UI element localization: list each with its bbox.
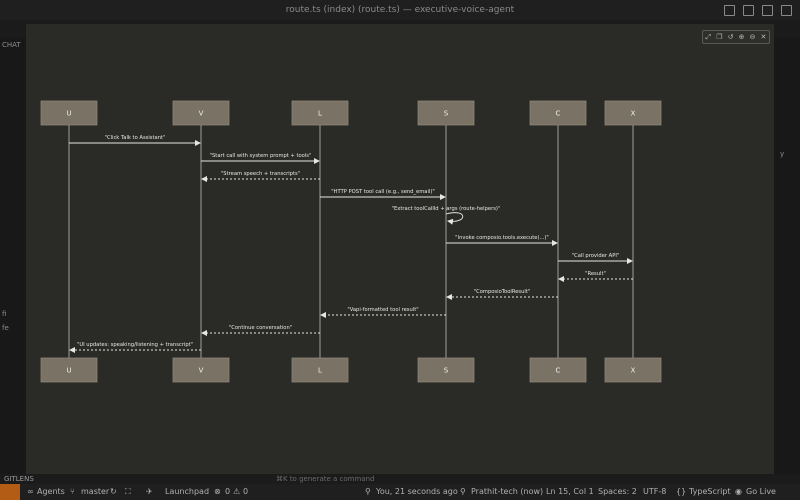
message-label: "Extract toolCallId + args (route-helper…: [392, 206, 501, 212]
status-bar: ∞ Agents ⑂ master ↻ ⛶ ✈ Launchpad ⊗ 0 ⚠ …: [0, 484, 800, 500]
undo-icon[interactable]: ↺: [728, 33, 734, 41]
message-label: "Continue conversation": [229, 325, 292, 331]
message-label: "HTTP POST tool call (e.g., send_email)": [331, 189, 435, 195]
participant-label-X: X: [631, 110, 636, 118]
blame-icon: ⚲: [365, 487, 371, 496]
agents-status[interactable]: Agents: [37, 484, 65, 500]
cursor-position[interactable]: Ln 15, Col 1: [546, 484, 594, 500]
zoom-out-icon[interactable]: ⊖: [750, 33, 756, 41]
error-count[interactable]: 0: [225, 484, 230, 500]
warning-count[interactable]: 0: [243, 484, 248, 500]
message-label: "Start call with system prompt + tools": [210, 153, 312, 159]
error-icon: ⊗: [214, 487, 221, 496]
participant-label-U: U: [66, 110, 71, 118]
participant-label-L: L: [318, 367, 322, 375]
go-live-icon: ◉: [735, 487, 742, 496]
participant-label-L: L: [318, 110, 322, 118]
remote-indicator-icon[interactable]: [0, 484, 20, 500]
indentation[interactable]: Spaces: 2: [598, 484, 637, 500]
participant-label-X: X: [631, 367, 636, 375]
launchpad-label[interactable]: Launchpad: [165, 484, 209, 500]
author-icon: ⚲: [460, 487, 466, 496]
launchpad-icon: ✈: [146, 487, 153, 496]
participant-label-V: V: [199, 367, 204, 375]
message-label: "Result": [585, 271, 606, 277]
agents-icon: ∞: [27, 487, 34, 496]
participant-label-C: C: [556, 367, 561, 375]
sequence-diagram: U U V V L L S S C C X X "Click Talk to Assistant" "S…: [40, 100, 662, 383]
command-hint: ⌘K to generate a command: [276, 475, 375, 483]
go-live-button[interactable]: Go Live: [746, 484, 776, 500]
participant-label-S: S: [444, 110, 449, 118]
copy-icon[interactable]: ❐: [716, 33, 722, 41]
commit-author[interactable]: Prathit-tech (now): [471, 484, 543, 500]
close-icon[interactable]: ✕: [761, 33, 767, 41]
gitlens-bar: GITLENS ⌘K to generate a command: [0, 474, 800, 484]
message-label: "UI updates: speaking/listening + transc…: [77, 342, 193, 348]
participant-label-U: U: [66, 367, 71, 375]
message-label: "Click Talk to Assistant": [105, 135, 166, 141]
participant-label-S: S: [444, 367, 449, 375]
encoding[interactable]: UTF-8: [643, 484, 666, 500]
participant-label-V: V: [199, 110, 204, 118]
expand-icon[interactable]: ⤢: [706, 33, 712, 41]
message-label: "Call provider API": [572, 253, 620, 259]
gitlens-label[interactable]: GITLENS: [4, 474, 34, 484]
message-label: "Invoke composio.tools.execute(...)": [455, 235, 549, 241]
participant-label-C: C: [556, 110, 561, 118]
viewer-toolbar: ⤢ ❐ ↺ ⊕ ⊖ ✕: [702, 30, 770, 44]
git-blame[interactable]: You, 21 seconds ago: [376, 484, 458, 500]
message-label: "Stream speech + transcripts": [221, 171, 300, 177]
branch-name[interactable]: master: [81, 484, 109, 500]
zoom-in-icon[interactable]: ⊕: [739, 33, 745, 41]
warning-icon: ⚠: [233, 487, 241, 496]
message-label: "Vapi-formatted tool result": [347, 307, 418, 313]
remote-icon[interactable]: ⛶: [125, 484, 131, 500]
message-label: "ComposioToolResult": [474, 289, 531, 295]
language-icon: {}: [676, 487, 687, 496]
language-mode[interactable]: TypeScript: [689, 484, 731, 500]
branch-icon: ⑂: [70, 487, 75, 496]
sync-icon[interactable]: ↻: [110, 484, 117, 500]
message-arrow: [445, 212, 464, 225]
